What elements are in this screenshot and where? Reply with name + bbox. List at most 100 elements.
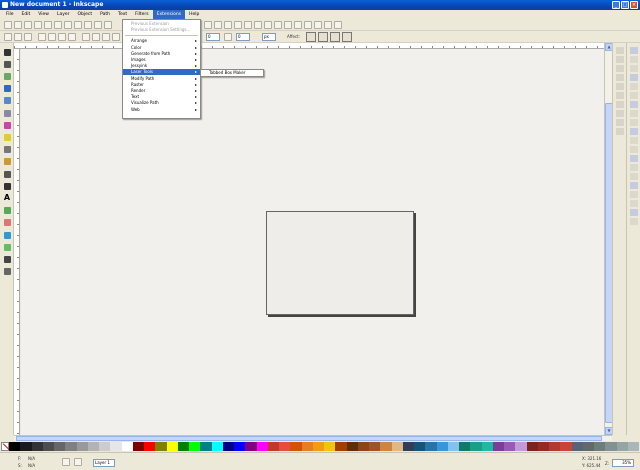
text-tool-icon[interactable]: A [2, 193, 12, 203]
fill-stroke-icon[interactable] [274, 21, 282, 29]
color-swatch[interactable] [166, 442, 178, 451]
side-command-icon[interactable] [630, 110, 638, 117]
color-swatch[interactable] [459, 442, 471, 451]
undo-icon[interactable] [64, 21, 72, 29]
menu-file[interactable]: File [2, 10, 18, 19]
zoom-selection-icon[interactable] [204, 21, 212, 29]
lock-layer-icon[interactable] [74, 458, 82, 466]
color-swatch[interactable] [515, 442, 527, 451]
color-swatch[interactable] [492, 442, 504, 451]
snap-option-icon[interactable] [616, 110, 624, 117]
snap-option-icon[interactable] [616, 65, 624, 72]
minimize-icon[interactable]: _ [612, 1, 620, 9]
flip-vertical-icon[interactable] [68, 33, 76, 41]
vertical-scrollbar[interactable]: ▲ ▼ [604, 43, 613, 435]
color-swatch[interactable] [301, 442, 313, 451]
node-tool-icon[interactable] [2, 59, 12, 69]
color-swatch[interactable] [99, 442, 111, 451]
side-command-icon[interactable] [630, 218, 638, 225]
color-swatch[interactable] [312, 442, 324, 451]
menu-item-color[interactable]: Color ▸ [123, 45, 200, 51]
color-swatch[interactable] [324, 442, 336, 451]
side-command-icon[interactable] [630, 137, 638, 144]
clone-icon[interactable] [244, 21, 252, 29]
side-command-icon[interactable] [630, 209, 638, 216]
raise-icon[interactable] [102, 33, 110, 41]
transform-icon[interactable] [294, 21, 302, 29]
color-swatch[interactable] [526, 442, 538, 451]
rectangle-tool-icon[interactable] [2, 96, 12, 106]
color-swatch[interactable] [346, 442, 358, 451]
menu-item-text[interactable]: Text ▸ [123, 94, 200, 100]
color-swatch[interactable] [357, 442, 369, 451]
color-swatch[interactable] [279, 442, 291, 451]
color-swatch[interactable] [560, 442, 572, 451]
ungroup-icon[interactable] [264, 21, 272, 29]
menu-extensions[interactable]: Extensions [152, 10, 186, 19]
vertical-ruler[interactable] [14, 49, 20, 435]
side-command-icon[interactable] [630, 56, 638, 63]
snap-option-icon[interactable] [616, 101, 624, 108]
redo-icon[interactable] [74, 21, 82, 29]
copy-icon[interactable] [84, 21, 92, 29]
text-font-icon[interactable] [284, 21, 292, 29]
xml-editor-icon[interactable] [314, 21, 322, 29]
side-command-icon[interactable] [630, 74, 638, 81]
maximize-icon[interactable]: □ [621, 1, 629, 9]
save-icon[interactable] [24, 21, 32, 29]
menu-layer[interactable]: Layer [53, 10, 74, 19]
deselect-icon[interactable] [24, 33, 32, 41]
color-swatch[interactable] [504, 442, 516, 451]
menu-view[interactable]: View [34, 10, 53, 19]
tweak-tool-icon[interactable] [2, 71, 12, 81]
snap-option-icon[interactable] [616, 47, 624, 54]
color-swatch[interactable] [20, 442, 32, 451]
snap-option-icon[interactable] [616, 56, 624, 63]
snap-option-icon[interactable] [616, 74, 624, 81]
spray-tool-icon[interactable] [2, 206, 12, 216]
menu-item-generate-from-path[interactable]: Generate from Path ▸ [123, 51, 200, 57]
color-swatch[interactable] [267, 442, 279, 451]
menu-item-modify-path[interactable]: Modify Path ▸ [123, 76, 200, 82]
color-swatch[interactable] [121, 442, 133, 451]
color-swatch[interactable] [391, 442, 403, 451]
x-field[interactable]: 0 [206, 33, 220, 41]
select-all-icon[interactable] [4, 33, 12, 41]
snap-option-icon[interactable] [616, 128, 624, 135]
connector-tool-icon[interactable] [2, 267, 12, 277]
menu-filters[interactable]: Filters [131, 10, 153, 19]
color-swatch[interactable] [234, 442, 246, 451]
side-command-icon[interactable] [630, 200, 638, 207]
color-swatch[interactable] [189, 442, 201, 451]
side-command-icon[interactable] [630, 173, 638, 180]
flip-horizontal-icon[interactable] [58, 33, 66, 41]
unit-select[interactable]: px [262, 33, 276, 41]
side-command-icon[interactable] [630, 182, 638, 189]
menu-object[interactable]: Object [73, 10, 96, 19]
document-page[interactable] [266, 211, 414, 315]
eye-icon[interactable] [62, 458, 70, 466]
preferences-icon[interactable] [324, 21, 332, 29]
paste-icon[interactable] [104, 21, 112, 29]
color-swatch[interactable] [425, 442, 437, 451]
color-swatch[interactable] [31, 442, 43, 451]
color-swatch[interactable] [481, 442, 493, 451]
side-command-icon[interactable] [630, 101, 638, 108]
side-command-icon[interactable] [630, 191, 638, 198]
canvas[interactable] [21, 49, 604, 435]
bucket-tool-icon[interactable] [2, 230, 12, 240]
scale-stroke-icon[interactable] [306, 32, 316, 42]
w-field[interactable]: 0 [236, 33, 250, 41]
select-all-layers-icon[interactable] [14, 33, 22, 41]
color-swatch[interactable] [605, 442, 617, 451]
color-swatch[interactable] [627, 442, 639, 451]
color-swatch[interactable] [42, 442, 54, 451]
rotate-ccw-icon[interactable] [38, 33, 46, 41]
color-swatch[interactable] [9, 442, 21, 451]
color-swatch[interactable] [436, 442, 448, 451]
menu-item-tabbed-box-maker[interactable]: Tabbed Box Maker [201, 70, 263, 76]
menu-help[interactable]: Help [185, 10, 203, 19]
side-command-icon[interactable] [630, 164, 638, 171]
duplicate-icon[interactable] [234, 21, 242, 29]
document-properties-icon[interactable] [334, 21, 342, 29]
